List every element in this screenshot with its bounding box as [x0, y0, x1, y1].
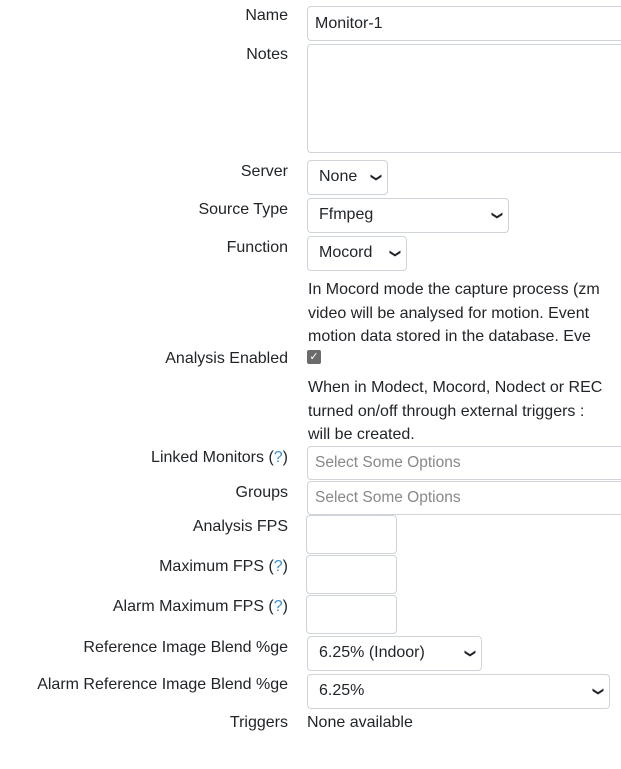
function-label: Function	[226, 239, 288, 256]
alarm-reference-blend-label: Alarm Reference Image Blend %ge	[37, 676, 288, 693]
chevron-down-icon: ❯	[369, 172, 382, 183]
linked-monitors-label-text: Linked Monitors (	[151, 449, 274, 466]
name-input[interactable]: Monitor-1	[307, 6, 621, 41]
analysis-fps-input[interactable]	[306, 515, 397, 554]
label-close-paren: )	[282, 449, 288, 466]
analysis-enabled-label: Analysis Enabled	[165, 350, 288, 367]
help-link[interactable]: ?	[274, 598, 283, 615]
chevron-down-icon: ❯	[490, 210, 503, 221]
reference-blend-selected-value: 6.25% (Indoor)	[319, 644, 425, 661]
triggers-value: None available	[307, 714, 413, 731]
help-link[interactable]: ?	[274, 558, 283, 575]
function-help-line: In Mocord mode the capture process (zm	[308, 281, 600, 298]
function-select[interactable]: Mocord ❯	[307, 236, 407, 271]
name-label: Name	[245, 7, 288, 24]
analysis-help-line: turned on/off through external triggers …	[308, 402, 585, 420]
alarm-maximum-fps-input[interactable]	[306, 595, 397, 634]
linked-monitors-label: Linked Monitors (?)	[151, 448, 288, 468]
groups-label: Groups	[235, 484, 288, 501]
function-help-line: motion data stored in the database. Eve	[308, 328, 591, 345]
maximum-fps-label: Maximum FPS (?)	[159, 557, 288, 577]
linked-monitors-multiselect[interactable]: Select Some Options	[307, 446, 621, 480]
source-type-selected-value: Ffmpeg	[319, 206, 374, 223]
groups-multiselect[interactable]: Select Some Options	[307, 481, 621, 515]
analysis-help-line: When in Modect, Mocord, Nodect or REC	[308, 379, 603, 396]
analysis-enabled-checkbox[interactable]: ✓	[307, 350, 321, 364]
alarm-maximum-fps-label-text: Alarm Maximum FPS (	[112, 598, 274, 615]
server-label: Server	[240, 163, 288, 180]
reference-blend-select[interactable]: 6.25% (Indoor) ❯	[307, 636, 482, 671]
source-type-label: Source Type	[198, 201, 288, 218]
server-selected-value: None	[319, 168, 358, 185]
analysis-enabled-help-text: When in Modect, Mocord, Nodect or REC tu…	[308, 376, 621, 447]
reference-blend-label: Reference Image Blend %ge	[83, 639, 288, 656]
chevron-down-icon: ❯	[388, 248, 401, 259]
checkmark-icon: ✓	[309, 351, 319, 363]
alarm-maximum-fps-label: Alarm Maximum FPS (?)	[113, 597, 288, 617]
maximum-fps-label-text: Maximum FPS (	[159, 558, 274, 575]
chevron-down-icon: ❯	[463, 648, 476, 659]
maximum-fps-input[interactable]	[306, 555, 397, 594]
server-select[interactable]: None ❯	[307, 160, 388, 195]
help-link[interactable]: ?	[274, 449, 283, 466]
triggers-label: Triggers	[229, 714, 288, 731]
analysis-help-line: will be created.	[308, 426, 415, 443]
label-close-paren: )	[282, 598, 288, 615]
notes-textarea[interactable]	[307, 44, 621, 153]
source-type-select[interactable]: Ffmpeg ❯	[307, 198, 509, 233]
chevron-down-icon: ❯	[591, 686, 604, 697]
function-selected-value: Mocord	[319, 244, 373, 261]
alarm-reference-blend-selected-value: 6.25%	[319, 682, 365, 699]
label-close-paren: )	[282, 558, 288, 575]
analysis-fps-label: Analysis FPS	[192, 518, 288, 535]
function-help-text: In Mocord mode the capture process (zm v…	[308, 278, 621, 349]
function-help-line: video will be analysed for motion. Event	[308, 304, 590, 322]
notes-label: Notes	[246, 46, 288, 63]
alarm-reference-blend-select[interactable]: 6.25% ❯	[307, 674, 610, 709]
